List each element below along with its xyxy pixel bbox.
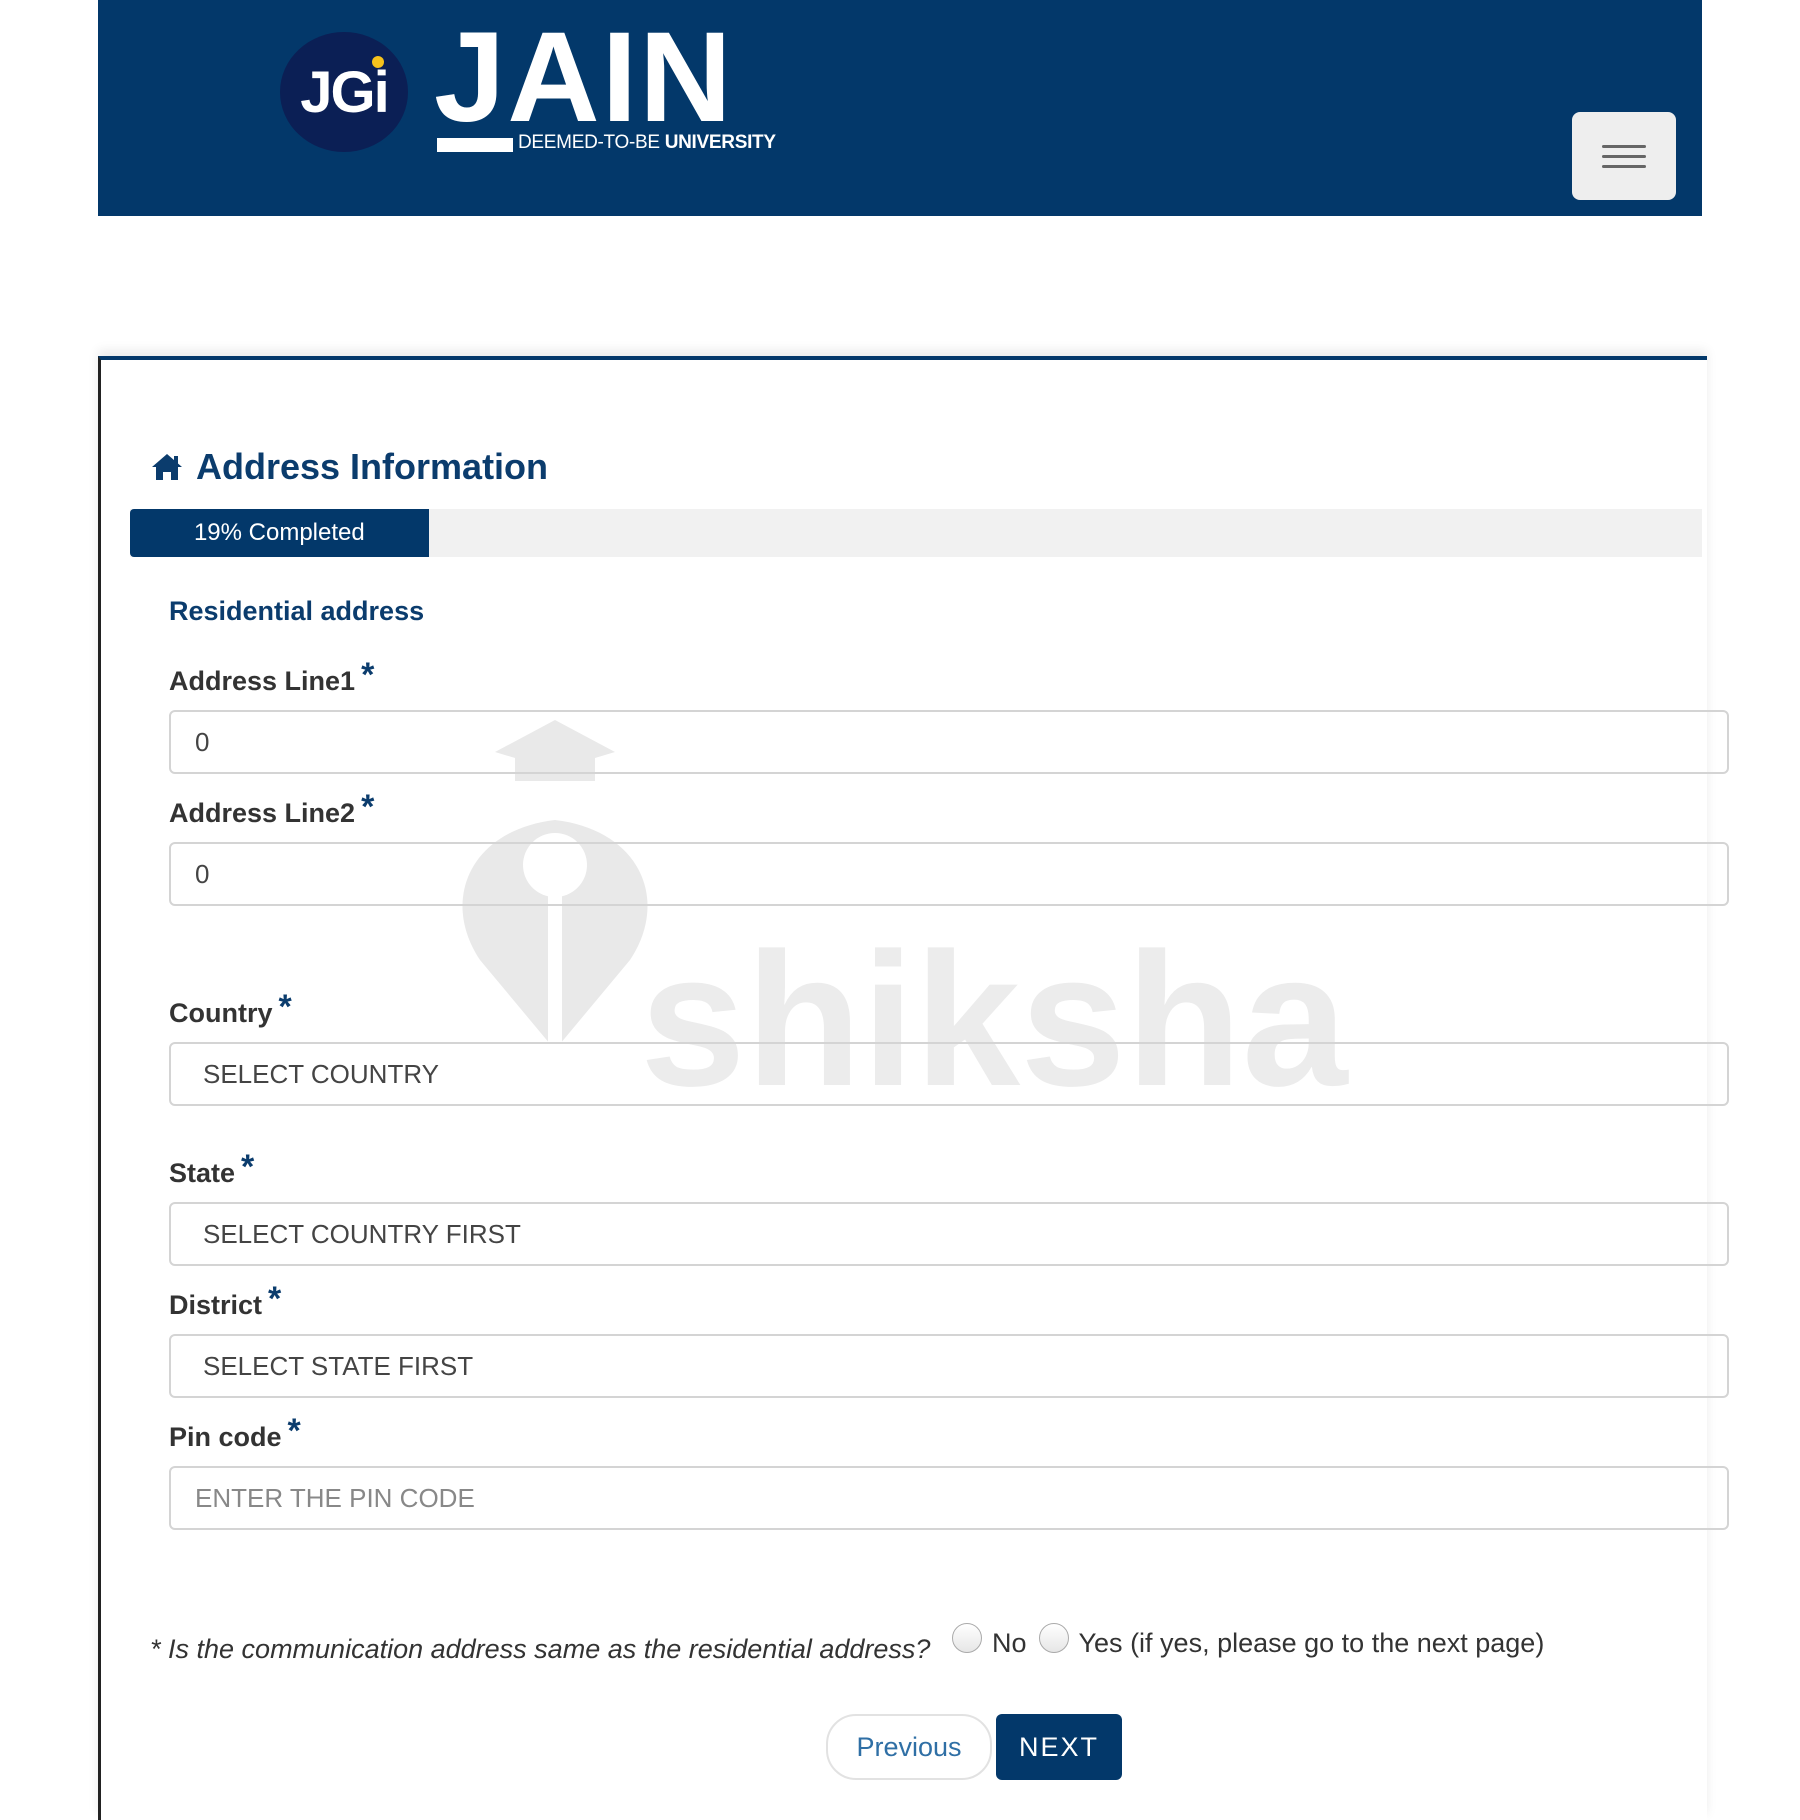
jain-logo-wordmark[interactable]: JAIN [434, 14, 734, 142]
district-select-value: SELECT STATE FIRST [203, 1350, 474, 1381]
state-label-text: State [169, 1158, 236, 1188]
home-icon [152, 454, 182, 480]
progress-fill: 19% Completed [130, 509, 429, 557]
pincode-input[interactable] [169, 1466, 1729, 1530]
country-label: Country * [169, 988, 292, 1029]
radio-no-label[interactable]: No [992, 1628, 1027, 1659]
country-label-text: Country [169, 998, 273, 1028]
jgi-logo-text: JGi [300, 59, 390, 125]
pincode-label-text: Pin code [169, 1422, 282, 1452]
jgi-logo-badge[interactable]: JGi [280, 32, 408, 152]
same-address-options: No Yes (if yes, please go to the next pa… [952, 1622, 1556, 1659]
address-line2-input[interactable] [169, 842, 1729, 906]
address-line2-label: Address Line2 * [169, 788, 374, 829]
site-header: JGi JAIN DEEMED-TO-BE UNIVERSITY [98, 0, 1702, 216]
logo-subtitle-strong: UNIVERSITY [664, 132, 776, 153]
district-label: District * [169, 1280, 281, 1321]
hamburger-menu-icon[interactable] [1572, 112, 1676, 200]
country-select-value: SELECT COUNTRY [203, 1058, 439, 1089]
required-marker: * [287, 1412, 301, 1450]
logo-subtitle: DEEMED-TO-BE UNIVERSITY [518, 132, 776, 154]
required-marker: * [361, 788, 375, 826]
logo-subtitle-prefix: DEEMED-TO-BE [518, 132, 665, 153]
required-marker: * [268, 1280, 282, 1318]
logo-dot [372, 56, 384, 68]
state-label: State * [169, 1148, 254, 1189]
required-marker: * [278, 988, 292, 1026]
address-line1-input[interactable] [169, 710, 1729, 774]
pincode-label: Pin code * [169, 1412, 301, 1453]
address-line1-label: Address Line1 * [169, 656, 374, 697]
same-address-question: * Is the communication address same as t… [150, 1634, 931, 1664]
country-select[interactable]: SELECT COUNTRY [169, 1042, 1729, 1106]
progress-bar: 19% Completed [130, 509, 1702, 557]
section-title: Address Information [150, 446, 548, 488]
residential-address-heading: Residential address [169, 596, 425, 626]
required-marker: * [361, 656, 375, 694]
required-marker: * [241, 1148, 255, 1186]
state-select[interactable]: SELECT COUNTRY FIRST [169, 1202, 1729, 1266]
district-label-text: District [169, 1290, 263, 1320]
logo-underline [437, 138, 513, 152]
state-select-value: SELECT COUNTRY FIRST [203, 1218, 521, 1249]
radio-yes[interactable] [1038, 1622, 1069, 1653]
radio-yes-label[interactable]: Yes (if yes, please go to the next page) [1079, 1628, 1545, 1659]
district-select[interactable]: SELECT STATE FIRST [169, 1334, 1729, 1398]
next-button[interactable]: NEXT [996, 1714, 1122, 1780]
address-line2-label-text: Address Line2 [169, 798, 356, 828]
previous-button[interactable]: Previous [826, 1714, 992, 1780]
progress-label: 19% Completed [193, 519, 365, 546]
radio-no[interactable] [952, 1622, 982, 1653]
section-title-text: Address Information [196, 446, 549, 487]
address-line1-label-text: Address Line1 [169, 666, 356, 696]
